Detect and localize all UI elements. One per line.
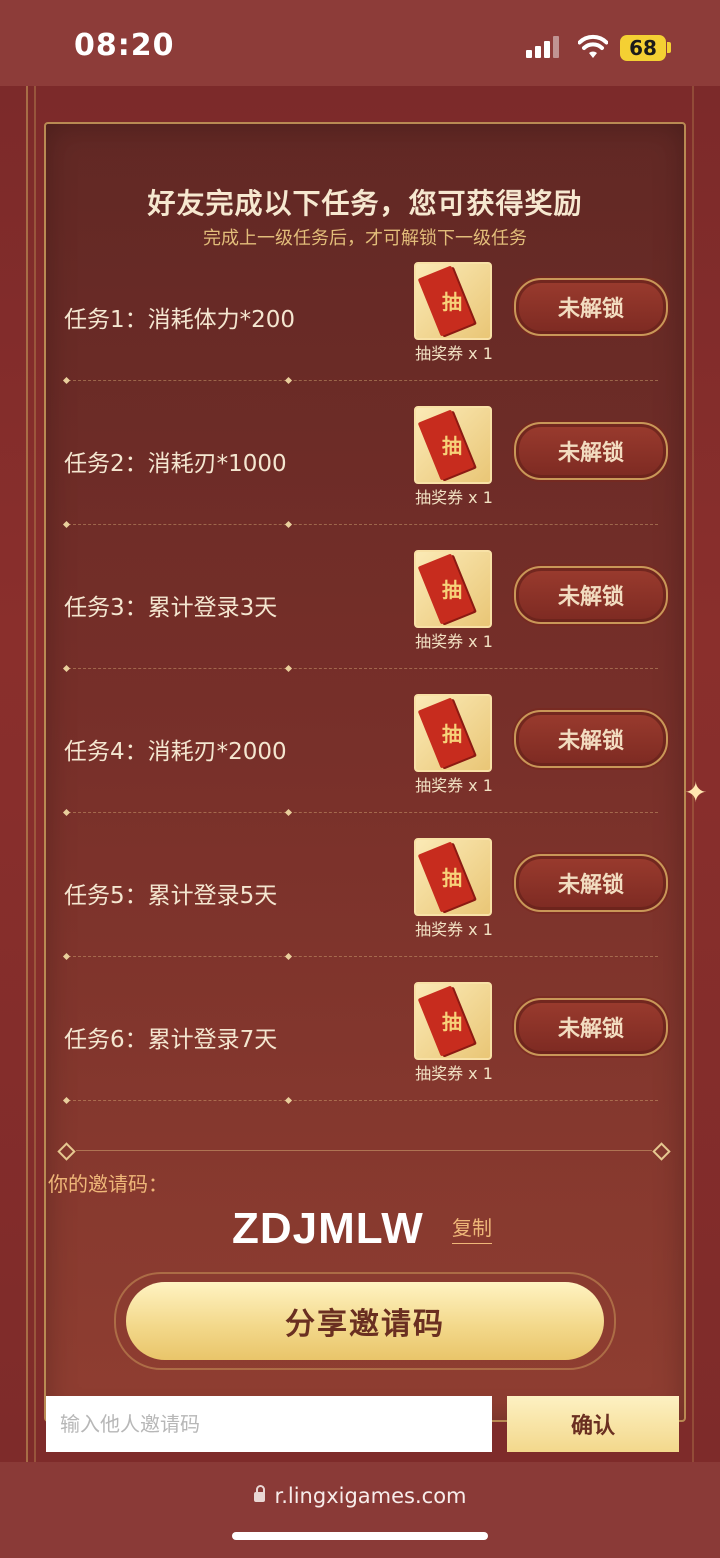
task-status-button[interactable]: 未解锁 bbox=[514, 710, 668, 768]
task-status-button[interactable]: 未解锁 bbox=[514, 854, 668, 912]
task-label: 任务1：消耗体力*200 bbox=[64, 307, 296, 333]
task-label: 任务3：累计登录3天 bbox=[64, 595, 278, 621]
reward-count: 抽奖券 x 1 bbox=[415, 632, 493, 651]
battery-icon: 68 bbox=[620, 35, 666, 61]
task-divider bbox=[62, 664, 664, 674]
lottery-ticket-icon: 抽 bbox=[414, 262, 492, 340]
task-divider bbox=[62, 1096, 664, 1106]
task-label: 任务5：累计登录5天 bbox=[64, 883, 278, 909]
sparkle-icon: ✦ bbox=[684, 776, 708, 809]
task-status-button[interactable]: 未解锁 bbox=[514, 278, 668, 336]
wifi-icon bbox=[578, 34, 608, 58]
task-row: 任务1：消耗体力*200 抽 抽奖券 x 1 未解锁 bbox=[46, 250, 684, 394]
share-button-frame: 分享邀请码 bbox=[114, 1272, 616, 1370]
task-row: 任务3：累计登录3天 抽 抽奖券 x 1 未解锁 bbox=[46, 538, 684, 682]
task-divider bbox=[62, 520, 664, 530]
lottery-ticket-icon: 抽 bbox=[414, 982, 492, 1060]
status-time: 08:20 bbox=[74, 28, 175, 63]
panel-title: 好友完成以下任务，您可获得奖励 bbox=[147, 187, 583, 220]
reward-count: 抽奖券 x 1 bbox=[415, 1064, 493, 1083]
invite-code-label: 你的邀请码： bbox=[48, 1172, 168, 1196]
reward-count: 抽奖券 x 1 bbox=[415, 344, 493, 363]
confirm-button[interactable]: 确认 bbox=[507, 1396, 679, 1452]
home-indicator[interactable] bbox=[232, 1532, 488, 1540]
task-status-button[interactable]: 未解锁 bbox=[514, 998, 668, 1056]
task-status-button[interactable]: 未解锁 bbox=[514, 422, 668, 480]
panel-subtitle: 完成上一级任务后，才可解锁下一级任务 bbox=[203, 228, 527, 249]
task-label: 任务2：消耗刃*1000 bbox=[64, 451, 287, 477]
browser-address-bar: r.lingxigames.com bbox=[0, 1462, 720, 1558]
battery-level: 68 bbox=[629, 36, 657, 60]
task-row: 任务2：消耗刃*1000 抽 抽奖券 x 1 未解锁 bbox=[46, 394, 684, 538]
url-bar[interactable]: r.lingxigames.com bbox=[0, 1484, 720, 1508]
copy-button[interactable]: 复制 bbox=[452, 1212, 492, 1244]
lottery-ticket-icon: 抽 bbox=[414, 838, 492, 916]
task-divider bbox=[62, 952, 664, 962]
task-divider bbox=[62, 808, 664, 818]
task-divider bbox=[62, 376, 664, 386]
frame-border-left-inner bbox=[34, 86, 36, 1462]
reward-count: 抽奖券 x 1 bbox=[415, 776, 493, 795]
page-content: ✦ 好友完成以下任务，您可获得奖励 完成上一级任务后，才可解锁下一级任务 任务1… bbox=[0, 86, 720, 1462]
task-label: 任务6：累计登录7天 bbox=[64, 1027, 278, 1053]
task-label: 任务4：消耗刃*2000 bbox=[64, 739, 287, 765]
lock-icon bbox=[253, 1485, 265, 1502]
lottery-ticket-icon: 抽 bbox=[414, 550, 492, 628]
invite-code: ZDJMLW bbox=[232, 1204, 424, 1253]
task-row: 任务5：累计登录5天 抽 抽奖券 x 1 未解锁 bbox=[46, 826, 684, 970]
lottery-ticket-icon: 抽 bbox=[414, 406, 492, 484]
status-bar: 08:20 68 bbox=[0, 0, 720, 86]
cellular-signal-icon bbox=[526, 36, 560, 58]
task-status-button[interactable]: 未解锁 bbox=[514, 566, 668, 624]
battery-cap bbox=[667, 42, 671, 53]
task-row: 任务4：消耗刃*2000 抽 抽奖券 x 1 未解锁 bbox=[46, 682, 684, 826]
url-text: r.lingxigames.com bbox=[274, 1484, 467, 1508]
invite-code-input[interactable] bbox=[46, 1396, 492, 1452]
share-invite-button[interactable]: 分享邀请码 bbox=[126, 1282, 604, 1360]
lottery-ticket-icon: 抽 bbox=[414, 694, 492, 772]
frame-border-left bbox=[26, 86, 28, 1462]
frame-border-right bbox=[692, 86, 694, 1462]
reward-count: 抽奖券 x 1 bbox=[415, 920, 493, 939]
task-row: 任务6：累计登录7天 抽 抽奖券 x 1 未解锁 bbox=[46, 970, 684, 1114]
reward-count: 抽奖券 x 1 bbox=[415, 488, 493, 507]
invite-divider bbox=[57, 1142, 671, 1161]
